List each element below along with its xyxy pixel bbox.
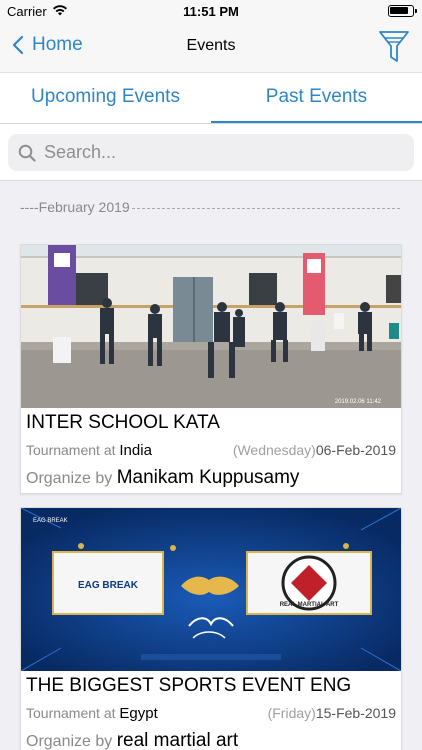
event-date: (Wednesday)06-Feb-2019 bbox=[232, 442, 396, 458]
photo-timestamp: 2019.02.06 11:42 bbox=[335, 399, 382, 405]
search-bar bbox=[8, 134, 414, 171]
event-location: Tournament at Egypt bbox=[26, 705, 158, 722]
event-photo: 2019.02.06 11:42 bbox=[21, 245, 401, 408]
event-name: THE BIGGEST SPORTS EVENT ENG bbox=[26, 675, 352, 696]
search-input[interactable] bbox=[44, 142, 384, 163]
poster-logo-left: EAG BREAK bbox=[78, 580, 139, 591]
event-location: Tournament at India bbox=[26, 442, 152, 459]
event-poster: EAG BREAK EAG BREAK REAL MARTIAL ART bbox=[21, 508, 401, 671]
navigation-bar: Home Events bbox=[0, 22, 422, 72]
event-card[interactable]: 2019.02.06 11:42 INTER SCHOOL KATA Tourn… bbox=[20, 244, 402, 494]
tab-upcoming-events[interactable]: Upcoming Events bbox=[0, 73, 211, 124]
poster-logo-right: REAL MARTIAL ART bbox=[280, 602, 339, 608]
event-date: (Friday)15-Feb-2019 bbox=[267, 705, 396, 721]
search-icon bbox=[18, 144, 36, 162]
event-details-row: Tournament at India (Wednesday)06-Feb-20… bbox=[21, 438, 401, 463]
svg-text:EAG BREAK: EAG BREAK bbox=[33, 518, 68, 524]
filter-button[interactable] bbox=[378, 28, 410, 69]
month-label: ----February 2019 bbox=[20, 199, 130, 215]
page-title: Events bbox=[186, 37, 236, 54]
dashed-divider bbox=[131, 207, 400, 209]
tab-past-events[interactable]: Past Events bbox=[211, 73, 422, 124]
event-card[interactable]: EAG BREAK EAG BREAK REAL MARTIAL ART THE… bbox=[20, 507, 402, 750]
battery-icon bbox=[388, 5, 417, 17]
segment-tabs: Upcoming Events Past Events bbox=[0, 72, 422, 124]
event-name: INTER SCHOOL KATA bbox=[26, 412, 220, 433]
search-container bbox=[0, 124, 422, 181]
event-organizer: Organize by real martial art bbox=[26, 730, 239, 750]
clock: 11:51 PM bbox=[183, 4, 239, 19]
month-section-header: ----February 2019 bbox=[20, 199, 412, 215]
event-details-row: Tournament at Egypt (Friday)15-Feb-2019 bbox=[21, 701, 401, 726]
filter-icon bbox=[379, 31, 409, 62]
event-organizer: Organize by Manikam Kuppusamy bbox=[26, 467, 300, 488]
status-bar: Carrier 11:51 PM bbox=[0, 0, 422, 22]
